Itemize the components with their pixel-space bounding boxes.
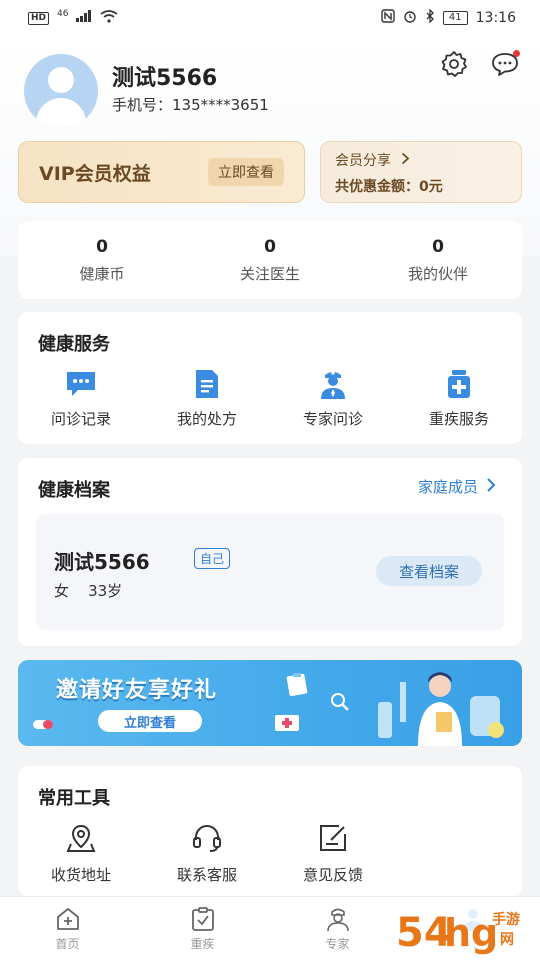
record-name: 测试5566 — [54, 550, 150, 574]
section-title: 健康档案 — [38, 480, 110, 501]
tool-feedback[interactable]: 意见反馈 — [270, 822, 396, 885]
family-link-label: 家庭成员 — [417, 478, 478, 496]
tab-label: 重疾 — [190, 937, 215, 951]
tool-shipping-address[interactable]: 收货地址 — [18, 822, 144, 885]
signal-icon — [76, 10, 92, 26]
self-tag: 自己 — [194, 548, 231, 569]
document-icon — [189, 368, 225, 400]
tools-row: 收货地址 联系客服 意见反馈 — [18, 822, 396, 885]
wifi-icon — [100, 9, 118, 27]
vip-view-button[interactable]: 立即查看 — [208, 158, 284, 186]
stats-card: 0 健康币 0 关注医生 0 我的伙伴 — [18, 221, 522, 299]
stat-health-coins[interactable]: 0 健康币 — [18, 221, 186, 299]
tool-label: 联系客服 — [176, 866, 237, 884]
clipboard-icon — [286, 672, 308, 700]
svg-text:手游: 手游 — [492, 911, 520, 928]
services-row: 问诊记录 我的处方 专家问诊 重疾服务 — [18, 368, 522, 429]
tab-critical-illness[interactable]: 重疾 — [135, 897, 270, 960]
status-bar: HD 46 41 13:16 — [0, 0, 540, 36]
service-label: 专家问诊 — [302, 410, 363, 428]
tool-label: 意见反馈 — [302, 866, 363, 884]
stat-value: 0 — [432, 236, 444, 257]
share-title-row: 会员分享 — [335, 150, 507, 170]
watermark-logo: 54 hg 手游 网 — [392, 900, 540, 958]
share-amount: 共优惠金额：0元 — [335, 179, 443, 195]
vip-title: VIP会员权益 — [39, 162, 151, 185]
doctor-icon — [315, 368, 351, 400]
tab-label: 首页 — [55, 937, 80, 951]
banner-title: 邀请好友享好礼 — [56, 678, 218, 703]
section-title: 常用工具 — [38, 788, 110, 809]
banner-view-button[interactable]: 立即查看 — [98, 710, 202, 732]
clock: 13:16 — [475, 10, 516, 26]
share-title: 会员分享 — [335, 153, 391, 169]
battery-icon: 41 — [442, 11, 468, 25]
svg-text:hg: hg — [444, 911, 498, 955]
avatar-body — [36, 98, 86, 128]
health-records-card: 健康档案 家庭成员 测试5566 自己 女 33岁 查看档案 — [18, 458, 522, 646]
record-item[interactable]: 测试5566 自己 女 33岁 查看档案 — [36, 514, 504, 630]
stat-label: 关注医生 — [239, 264, 300, 283]
medicine-icon — [441, 368, 477, 400]
user-name: 测试5566 — [112, 66, 218, 91]
service-consult-records[interactable]: 问诊记录 — [18, 368, 144, 429]
notification-dot — [513, 50, 520, 57]
chevron-right-icon — [486, 477, 496, 497]
service-my-prescriptions[interactable]: 我的处方 — [144, 368, 270, 429]
view-record-button[interactable]: 查看档案 — [376, 556, 482, 586]
doctor-illustration — [378, 666, 508, 746]
doctor-icon — [324, 905, 352, 933]
health-services-card: 健康服务 问诊记录 我的处方 专家问诊 重疾服务 — [18, 312, 522, 444]
service-label: 重疾服务 — [428, 410, 489, 428]
clipboard-icon — [189, 905, 217, 933]
headset-icon — [191, 822, 223, 854]
pill-capsule-icon — [32, 716, 54, 736]
network-type: 46 — [57, 9, 69, 19]
message-button[interactable] — [488, 50, 522, 82]
service-label: 问诊记录 — [50, 410, 111, 428]
nfc-icon — [381, 9, 395, 27]
tab-label: 专家 — [325, 937, 350, 951]
user-phone: 手机号：135****3651 — [112, 96, 269, 114]
tool-customer-service[interactable]: 联系客服 — [144, 822, 270, 885]
invite-banner[interactable]: 邀请好友享好礼 立即查看 — [18, 660, 522, 746]
tool-label: 收货地址 — [50, 866, 111, 884]
record-info: 女 33岁 — [54, 582, 123, 600]
stat-label: 健康币 — [79, 264, 125, 283]
magnifier-icon — [330, 692, 350, 716]
chat-icon — [63, 368, 99, 400]
service-expert-consult[interactable]: 专家问诊 — [270, 368, 396, 429]
feedback-icon — [317, 822, 349, 854]
hd-badge: HD — [28, 11, 50, 25]
member-share-card[interactable]: 会员分享 共优惠金额：0元 — [320, 141, 522, 203]
location-icon — [65, 822, 97, 854]
svg-text:网: 网 — [500, 932, 514, 948]
avatar-head — [48, 67, 74, 93]
vip-card[interactable]: VIP会员权益 立即查看 — [18, 141, 305, 203]
chevron-right-icon — [401, 152, 410, 169]
gear-icon — [440, 50, 468, 82]
settings-button[interactable] — [438, 50, 470, 82]
service-label: 我的处方 — [176, 410, 237, 428]
service-critical-illness[interactable]: 重疾服务 — [396, 368, 522, 429]
stat-value: 0 — [96, 236, 108, 257]
stat-followed-doctors[interactable]: 0 关注医生 — [186, 221, 354, 299]
stat-partners[interactable]: 0 我的伙伴 — [354, 221, 522, 299]
section-title: 健康服务 — [38, 334, 110, 355]
status-right: 41 13:16 — [381, 8, 516, 27]
tab-home[interactable]: 首页 — [0, 897, 135, 960]
tab-experts[interactable]: 专家 — [270, 897, 405, 960]
stat-value: 0 — [264, 236, 276, 257]
home-icon — [54, 905, 82, 933]
status-left: HD 46 — [28, 9, 118, 27]
first-aid-kit-icon — [274, 712, 300, 736]
alarm-icon — [403, 9, 417, 27]
stat-label: 我的伙伴 — [407, 264, 468, 283]
bluetooth-icon — [425, 8, 435, 27]
common-tools-card: 常用工具 收货地址 联系客服 意见反馈 — [18, 766, 522, 896]
family-members-link[interactable]: 家庭成员 — [418, 476, 496, 497]
avatar[interactable] — [24, 54, 98, 128]
